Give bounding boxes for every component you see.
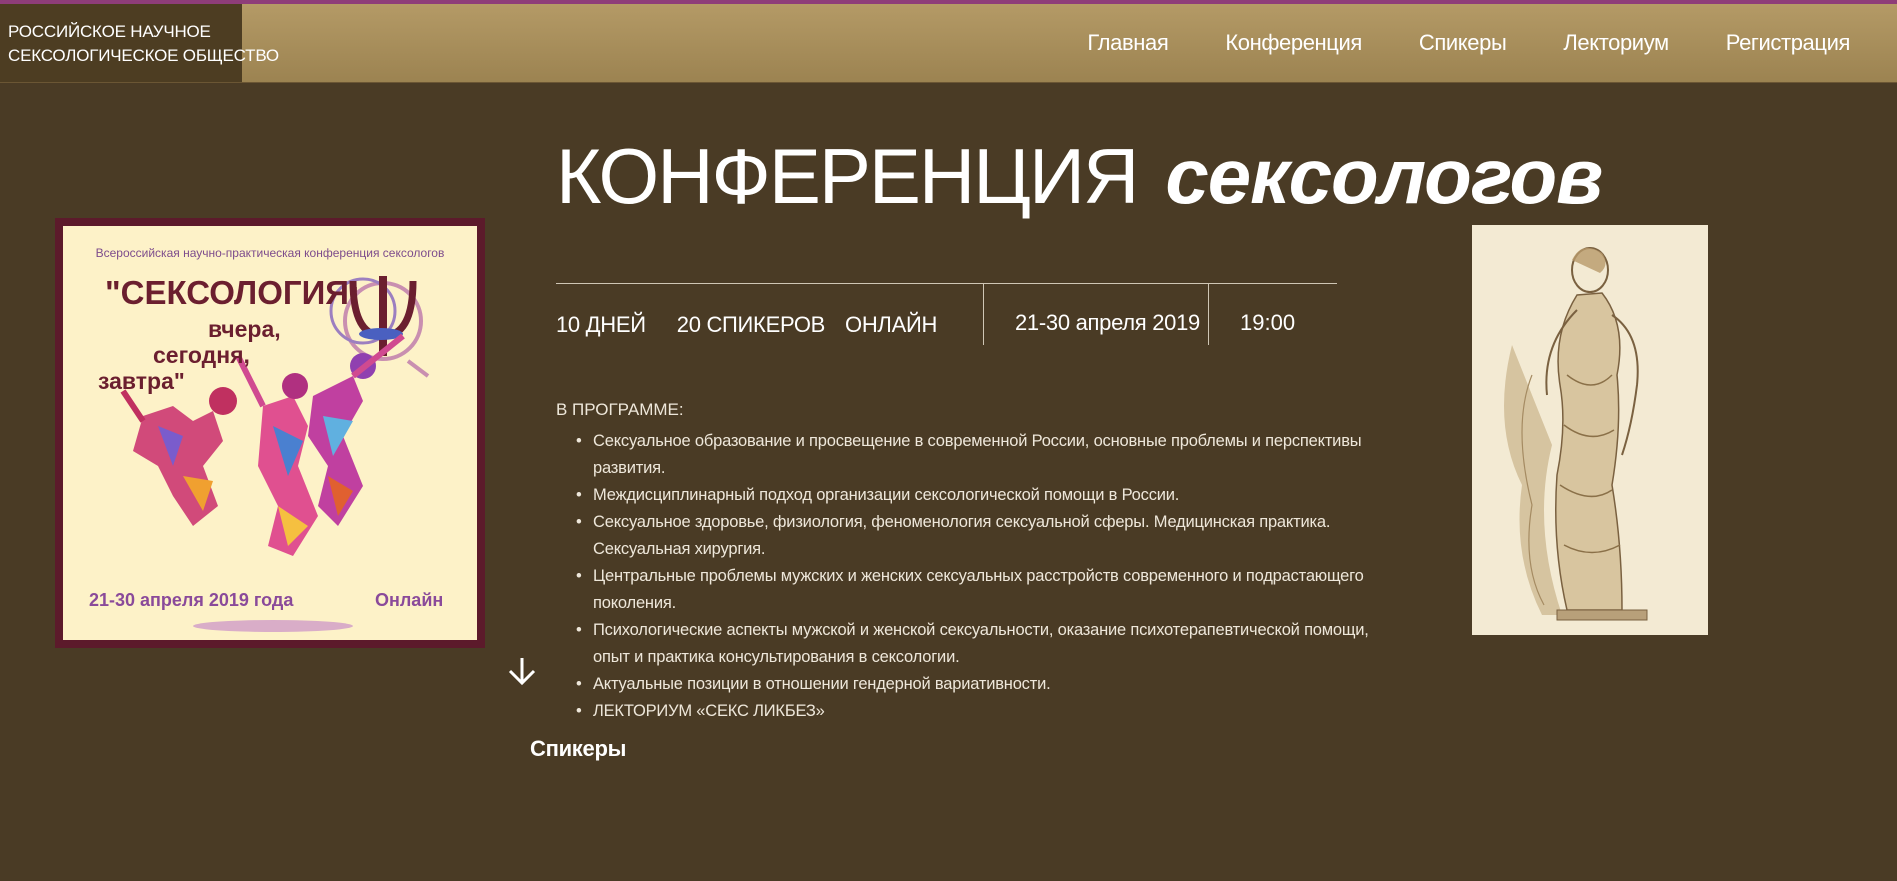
facts-divider (556, 283, 1337, 284)
page-title-italic: сексологов (1165, 132, 1603, 220)
conference-time: 19:00 (1240, 310, 1296, 335)
page-title-caps: КОНФЕРЕНЦИЯ (556, 132, 1139, 220)
program-item: Междисциплинарный подход организации сек… (576, 482, 1406, 509)
program-heading: В ПРОГРАММЕ: (556, 400, 684, 419)
site-header: РОССИЙСКОЕ НАУЧНОЕ СЕКСОЛОГИЧЕСКОЕ ОБЩЕС… (0, 4, 1897, 83)
logo-line-2: СЕКСОЛОГИЧЕСКОЕ ОБЩЕСТВО (8, 46, 279, 65)
nav-speakers[interactable]: Спикеры (1419, 30, 1507, 56)
fact-online: ОНЛАЙН (845, 312, 938, 337)
facts-separator-2 (1208, 283, 1209, 345)
poster-title-line1: "СЕКСОЛОГИЯ: (105, 274, 361, 311)
program-item: Сексуальное здоровье, физиология, феноме… (576, 509, 1406, 563)
poster-title-line4: завтра" (98, 368, 185, 394)
poster-subtitle: Всероссийская научно-практическая конфер… (95, 246, 445, 260)
program-item: Сексуальное образование и просвещение в … (576, 428, 1406, 482)
program-item: Психологические аспекты мужской и женско… (576, 617, 1393, 671)
conference-facts: 10 ДНЕЙ 20 СПИКЕРОВ ОНЛАЙН (556, 312, 968, 338)
conference-poster: Всероссийская научно-практическая конфер… (55, 218, 485, 648)
program-item: Актуальные позиции в отношении гендерной… (576, 671, 1406, 698)
nav-lectorium[interactable]: Лекториум (1563, 30, 1669, 56)
poster-format: Онлайн (375, 590, 444, 610)
program-list: Сексуальное образование и просвещение в … (576, 428, 1406, 725)
program-item: ЛЕКТОРИУМ «СЕКС ЛИКБЕЗ» (576, 698, 1406, 725)
page-title: КОНФЕРЕНЦИЯ сексологов (556, 130, 1603, 222)
facts-separator-1 (983, 283, 984, 345)
main-nav: Главная Конференция Спикеры Лекториум Ре… (1030, 4, 1850, 82)
statue-sketch-image (1472, 225, 1708, 635)
arrow-down-icon[interactable] (506, 655, 538, 687)
fact-days: 10 ДНЕЙ (556, 312, 646, 337)
fact-speakers: 20 СПИКЕРОВ (676, 312, 826, 337)
logo-line-1: РОССИЙСКОЕ НАУЧНОЕ (8, 22, 211, 41)
conference-dates: 21-30 апреля 2019 (1015, 310, 1200, 335)
poster-title-line3: сегодня, (153, 342, 250, 368)
nav-registration[interactable]: Регистрация (1726, 30, 1851, 56)
poster-title-line2: вчера, (208, 316, 281, 342)
nav-home[interactable]: Главная (1087, 30, 1168, 56)
site-logo[interactable]: РОССИЙСКОЕ НАУЧНОЕ СЕКСОЛОГИЧЕСКОЕ ОБЩЕС… (0, 4, 279, 82)
poster-date: 21-30 апреля 2019 года (89, 590, 294, 610)
nav-conference[interactable]: Конференция (1225, 30, 1362, 56)
speakers-heading: Спикеры (530, 736, 627, 761)
program-item: Центральные проблемы мужских и женских с… (576, 563, 1406, 617)
statue-drawing (1472, 225, 1708, 635)
poster-shadow (193, 620, 353, 632)
